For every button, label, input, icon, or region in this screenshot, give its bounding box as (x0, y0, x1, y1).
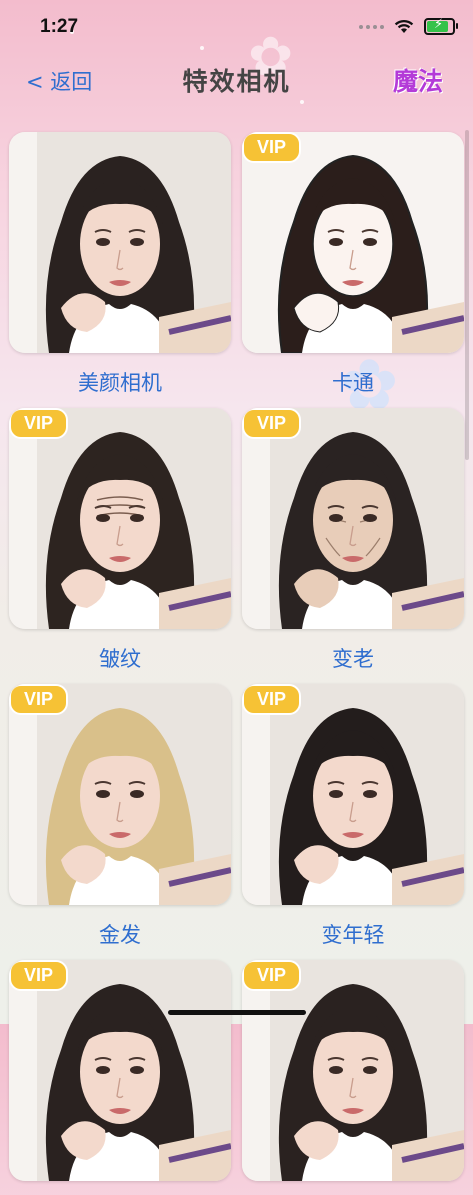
effect-preview-image[interactable]: VIP (9, 408, 231, 629)
effect-card[interactable]: VIP (242, 960, 464, 1195)
effect-card[interactable]: VIP 金发 (9, 684, 231, 949)
status-bar: 1:27 ⚡ (0, 0, 473, 52)
effect-preview-image[interactable]: VIP (242, 408, 464, 629)
vip-badge: VIP (9, 960, 69, 991)
effect-card[interactable]: VIP (9, 960, 231, 1195)
effect-preview-image[interactable]: VIP (242, 684, 464, 905)
vip-badge: VIP (242, 684, 302, 715)
effect-card[interactable]: VIP 变老 (242, 408, 464, 673)
effect-preview-image[interactable]: VIP (9, 684, 231, 905)
effect-label[interactable]: 金发 (9, 919, 231, 949)
magic-button[interactable]: 魔法 (393, 62, 443, 98)
effect-preview-image[interactable]: VIP (242, 960, 464, 1181)
effect-preview-image[interactable]: VIP (9, 960, 231, 1181)
effect-label[interactable]: 美颜相机 (9, 367, 231, 397)
vip-badge: VIP (9, 408, 69, 439)
effect-card[interactable]: VIP 卡通 (242, 132, 464, 397)
status-indicators: ⚡ (359, 17, 458, 35)
wifi-icon (394, 19, 414, 33)
effect-label[interactable]: 变老 (242, 643, 464, 673)
effect-card[interactable]: VIP 变年轻 (242, 684, 464, 949)
effect-preview-image[interactable] (9, 132, 231, 353)
effect-label[interactable]: 卡通 (242, 367, 464, 397)
vip-badge: VIP (242, 408, 302, 439)
scroll-indicator (465, 130, 469, 460)
effect-label[interactable]: 皱纹 (9, 643, 231, 673)
battery-icon: ⚡ (424, 17, 458, 35)
vip-badge: VIP (242, 960, 302, 991)
effect-preview-image[interactable]: VIP (242, 132, 464, 353)
effect-card[interactable]: 美颜相机 (9, 132, 231, 397)
status-time: 1:27 (40, 16, 79, 37)
effect-card[interactable]: VIP 皱纹 (9, 408, 231, 673)
vip-badge: VIP (9, 684, 69, 715)
vip-badge: VIP (242, 132, 302, 163)
home-indicator (168, 1010, 306, 1015)
cellular-signal-icon (359, 24, 384, 29)
effect-label[interactable]: 变年轻 (242, 919, 464, 949)
navigation-bar: < 返回 特效相机 魔法 (0, 52, 473, 108)
